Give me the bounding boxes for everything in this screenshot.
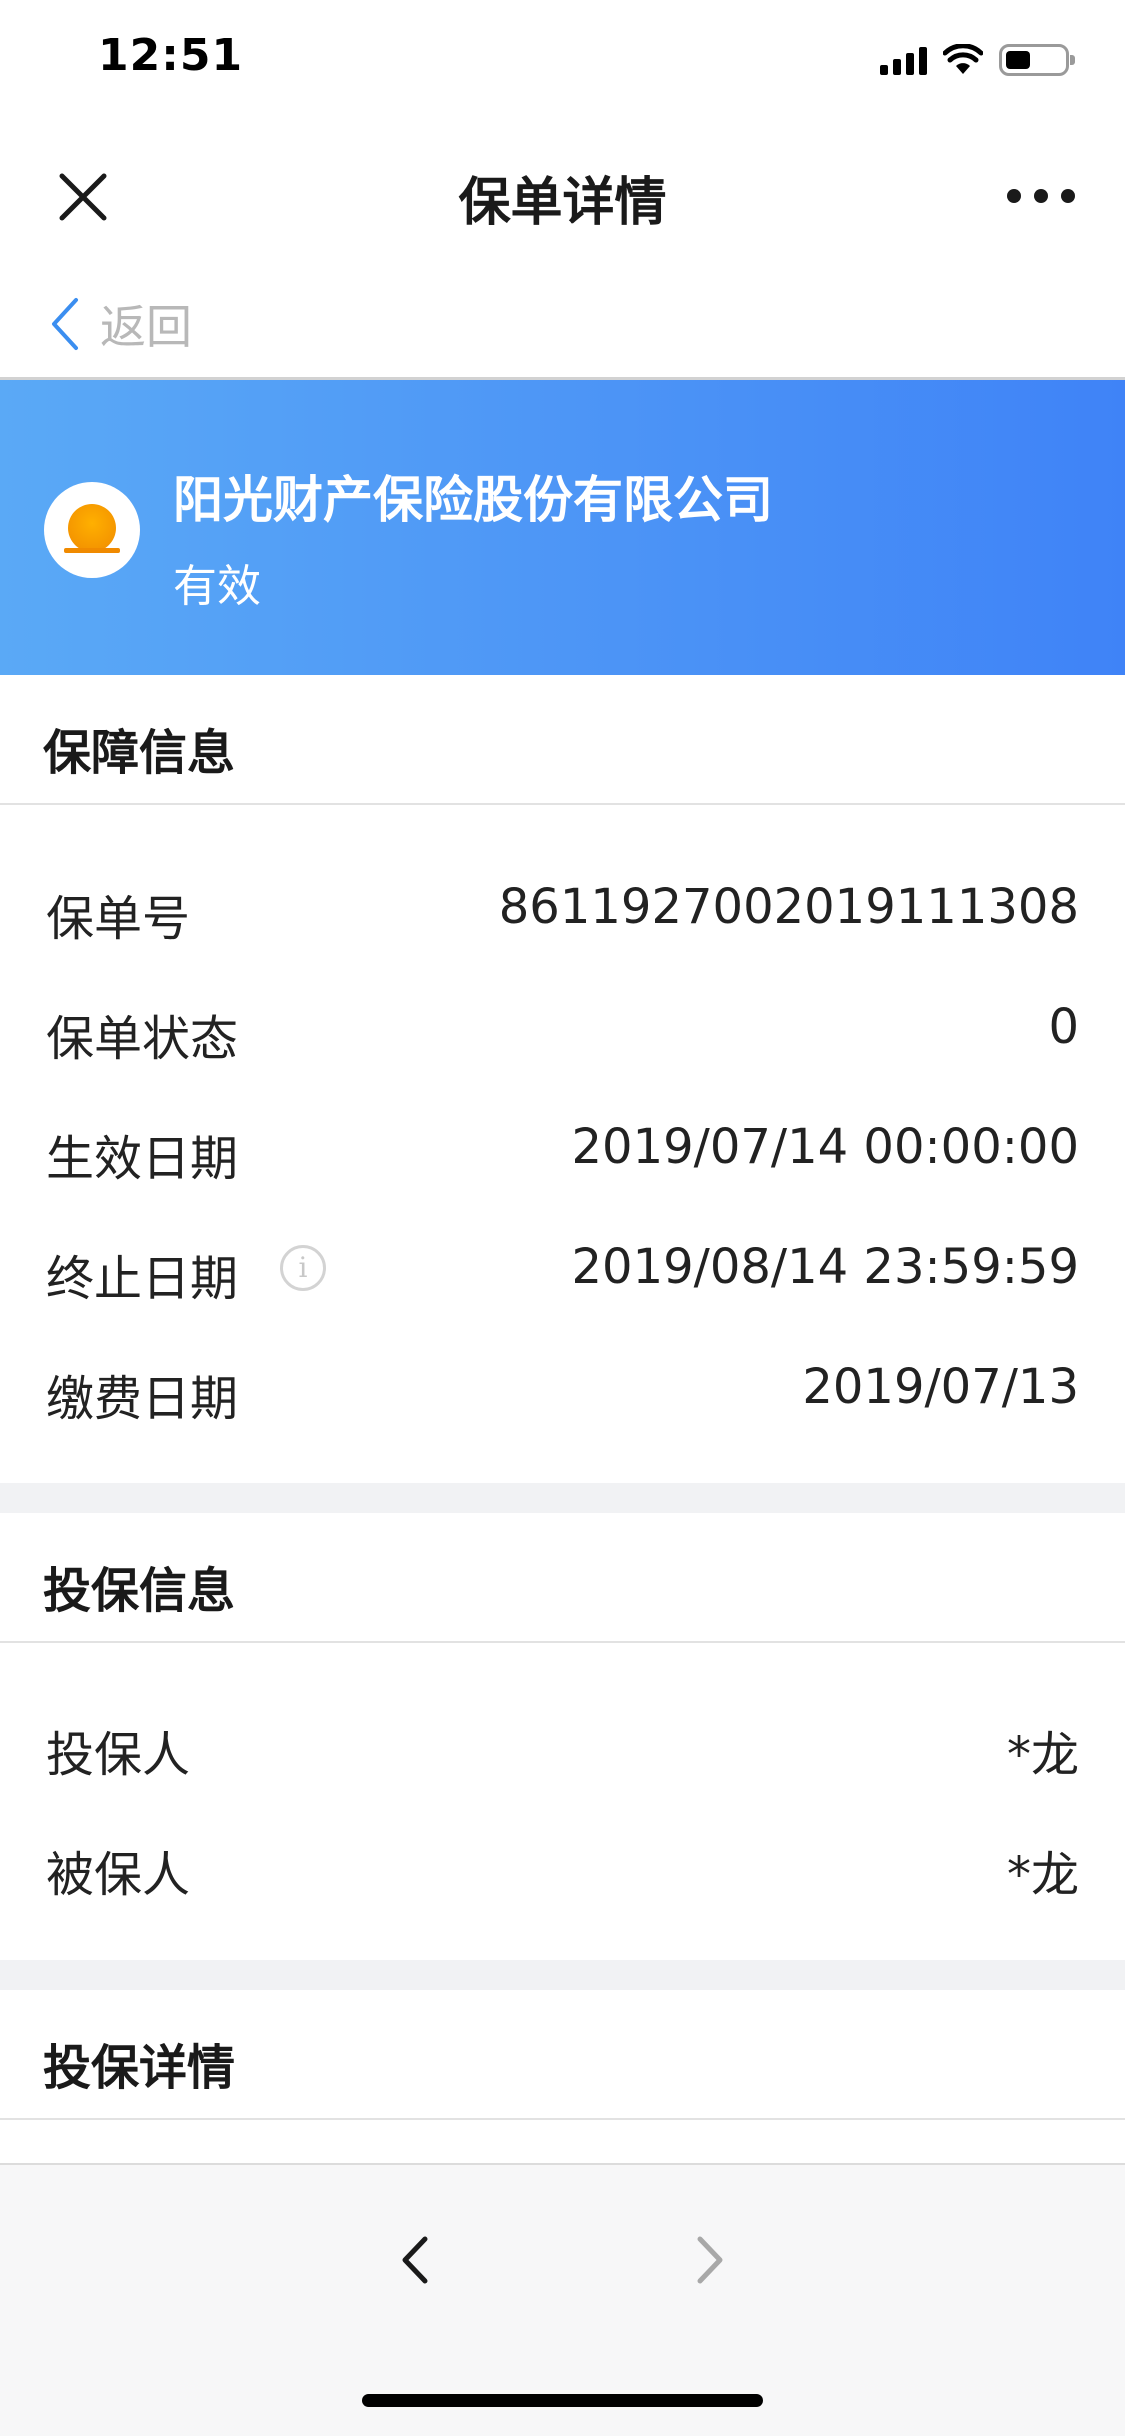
status-icons xyxy=(880,40,1075,80)
row-label: 生效日期 xyxy=(46,1131,239,1187)
section-header-insure: 投保信息 xyxy=(0,1513,1125,1643)
info-row-policy-number: 保单号 8611927002019111308 xyxy=(0,857,1125,957)
chevron-left-icon xyxy=(52,298,78,350)
info-row-insured: 被保人 *龙 xyxy=(0,1813,1125,1913)
section-title: 保障信息 xyxy=(43,725,236,781)
wifi-icon xyxy=(943,44,983,74)
row-label: 保单状态 xyxy=(46,1011,239,1067)
row-value: 2019/07/14 00:00:00 xyxy=(571,1119,1080,1175)
section-header-coverage: 保障信息 xyxy=(0,675,1125,805)
policy-status: 有效 xyxy=(173,561,261,612)
info-row-policy-status: 保单状态 0 xyxy=(0,977,1125,1077)
chevron-left-icon xyxy=(402,2236,428,2284)
browser-back-button[interactable] xyxy=(395,2225,435,2295)
info-icon[interactable]: i xyxy=(280,1245,326,1291)
policy-banner: 阳光财产保险股份有限公司 有效 xyxy=(0,380,1125,675)
company-name: 阳光财产保险股份有限公司 xyxy=(173,471,773,529)
more-dots-icon xyxy=(1007,189,1021,203)
info-row-end-date: 终止日期 i 2019/08/14 23:59:59 xyxy=(0,1217,1125,1317)
home-indicator[interactable] xyxy=(362,2394,763,2407)
row-label: 缴费日期 xyxy=(46,1371,239,1427)
navigation-bar: 保单详情 xyxy=(0,120,1125,270)
browser-forward-button[interactable] xyxy=(690,2225,730,2295)
info-row-effective-date: 生效日期 2019/07/14 00:00:00 xyxy=(0,1097,1125,1197)
section-title: 投保详情 xyxy=(43,2040,236,2096)
back-label: 返回 xyxy=(100,300,192,354)
battery-icon xyxy=(999,44,1075,76)
chevron-right-icon xyxy=(697,2236,723,2284)
status-time: 12:51 xyxy=(98,30,244,81)
page-title: 保单详情 xyxy=(458,173,667,233)
company-logo xyxy=(44,482,140,578)
back-link[interactable]: 返回 xyxy=(48,294,192,354)
section-divider xyxy=(0,1960,1125,1990)
row-value: 2019/07/13 xyxy=(802,1359,1079,1415)
section-header-detail: 投保详情 xyxy=(0,1990,1125,2120)
cellular-signal-icon xyxy=(880,45,927,75)
more-button[interactable] xyxy=(1007,186,1075,206)
row-value: 0 xyxy=(1048,999,1079,1055)
row-label: 保单号 xyxy=(46,891,191,947)
back-row: 返回 xyxy=(0,270,1125,380)
status-bar: 12:51 xyxy=(0,0,1125,120)
section-title: 投保信息 xyxy=(43,1563,236,1619)
row-value: *龙 xyxy=(1006,1727,1079,1783)
info-row-payment-date: 缴费日期 2019/07/13 xyxy=(0,1337,1125,1437)
row-label: 终止日期 xyxy=(46,1251,239,1307)
row-value: 2019/08/14 23:59:59 xyxy=(571,1239,1080,1295)
info-row-policyholder: 投保人 *龙 xyxy=(0,1693,1125,1793)
section-divider xyxy=(0,1483,1125,1513)
row-value: *龙 xyxy=(1006,1847,1079,1903)
row-label: 投保人 xyxy=(46,1727,191,1783)
row-label: 被保人 xyxy=(46,1847,191,1903)
row-value: 8611927002019111308 xyxy=(498,879,1079,935)
